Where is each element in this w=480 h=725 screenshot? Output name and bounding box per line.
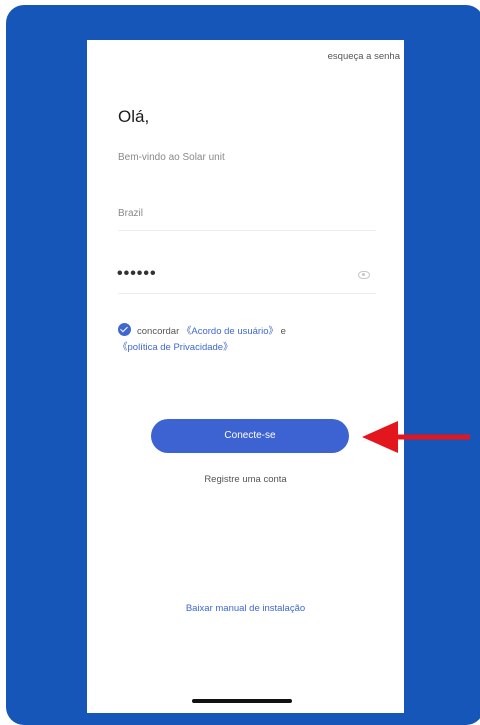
forgot-password-link[interactable]: esqueça a senha xyxy=(328,51,400,62)
agreement-row: concordar 《Acordo de usuário》 e 《polític… xyxy=(118,323,378,356)
country-value: Brazil xyxy=(118,208,144,219)
page-title: Olá, xyxy=(118,107,150,126)
password-value: •••••• xyxy=(117,265,157,282)
home-indicator xyxy=(192,699,292,703)
phone-screen: esqueça a senha Olá, Bem-vindo ao Solar … xyxy=(87,40,404,713)
connect-button[interactable]: Conecte-se xyxy=(151,419,349,453)
arrow-icon xyxy=(362,421,470,453)
user-agreement-link[interactable]: 《Acordo de usuário》 xyxy=(182,326,278,337)
eye-icon[interactable] xyxy=(358,271,370,279)
password-field[interactable]: •••••• xyxy=(117,263,376,294)
register-link[interactable]: Registre uma conta xyxy=(87,474,404,485)
agreement-prefix: concordar xyxy=(137,326,180,337)
download-manual-link[interactable]: Baixar manual de instalação xyxy=(87,603,404,614)
welcome-message: Bem-vindo ao Solar unit xyxy=(118,152,225,163)
agreement-conjunction: e xyxy=(280,326,286,337)
privacy-policy-link[interactable]: 《política de Privacidade》 xyxy=(118,342,233,353)
check-icon[interactable] xyxy=(118,323,131,336)
country-field[interactable]: Brazil xyxy=(118,200,376,231)
